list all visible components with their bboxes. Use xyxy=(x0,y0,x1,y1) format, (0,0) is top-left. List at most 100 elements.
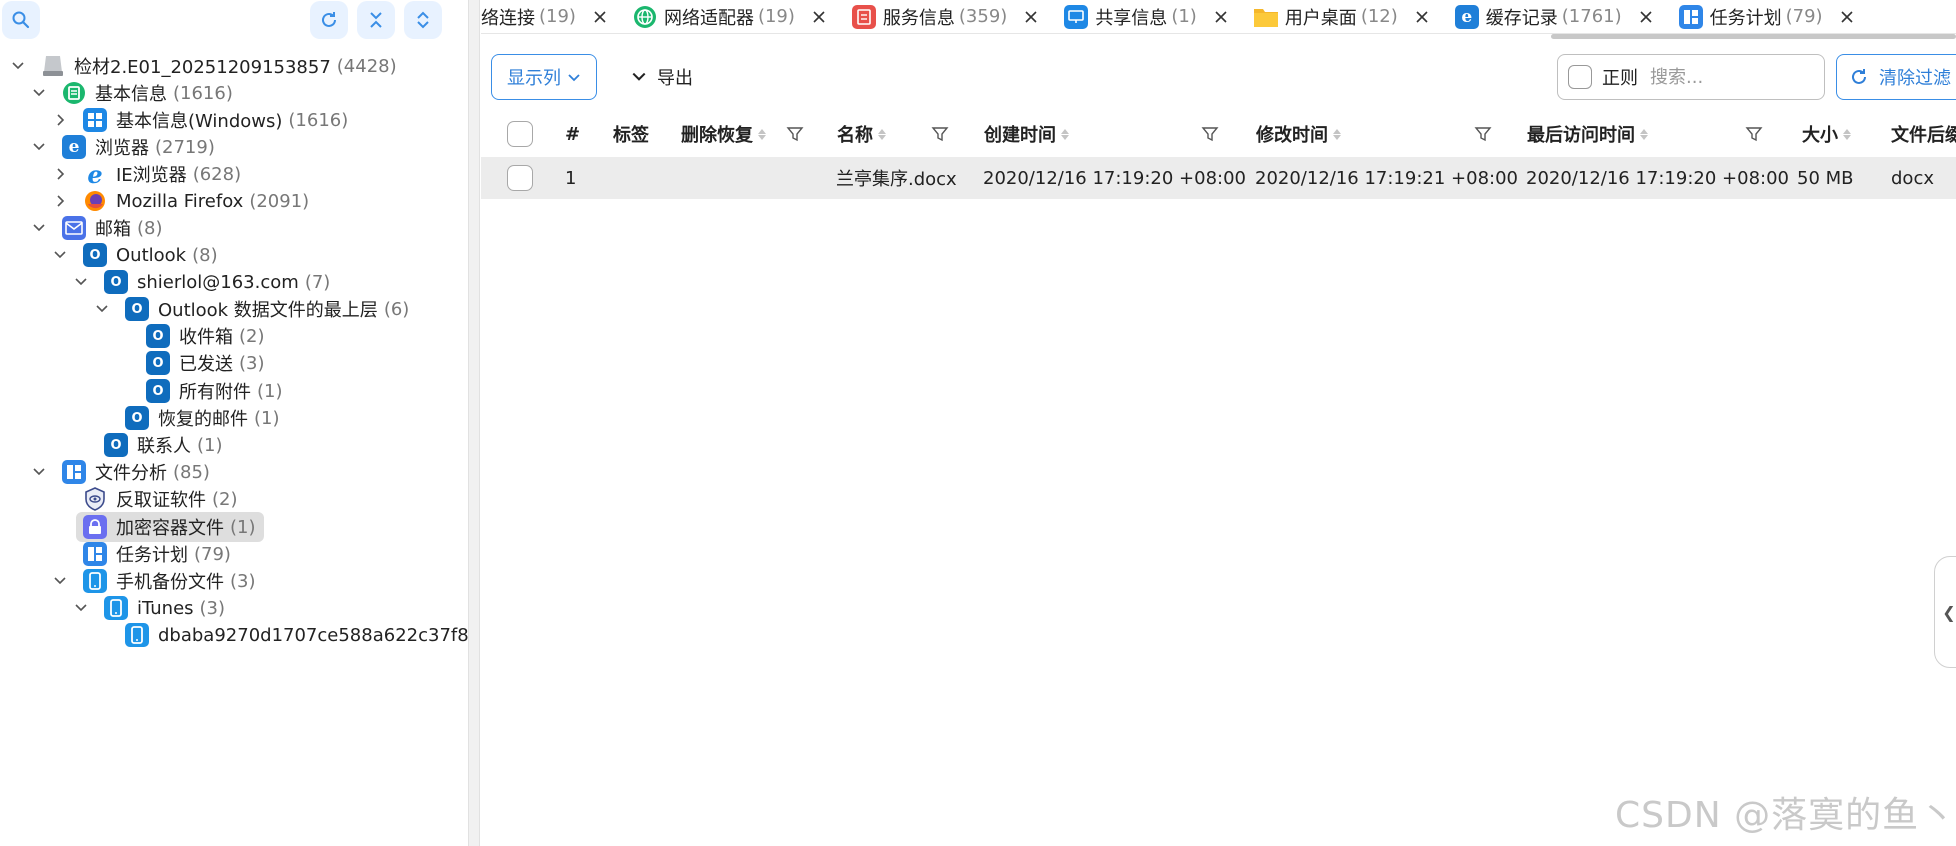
tree-node-file-analysis[interactable]: 文件分析 (85) xyxy=(29,457,210,487)
close-icon[interactable] xyxy=(1213,9,1229,25)
tree-node-encrypted-container[interactable]: 加密容器文件 (1) xyxy=(76,512,264,542)
tree-node-label: IE浏览器 xyxy=(116,165,187,186)
close-icon[interactable] xyxy=(592,9,608,25)
col-header-created[interactable]: 创建时间 xyxy=(984,113,1069,155)
service-icon xyxy=(851,4,877,30)
tree-node-count: (3) xyxy=(239,352,265,374)
tree-node-ie[interactable]: e IE浏览器 (628) xyxy=(50,159,241,189)
tree-node-mail[interactable]: 邮箱 (8) xyxy=(29,213,163,243)
tree-node-scheduled-tasks[interactable]: 任务计划 (79) xyxy=(82,539,231,569)
tree-node-anti-forensics[interactable]: 反取证软件 (2) xyxy=(82,484,238,514)
col-header-size[interactable]: 大小 xyxy=(1802,113,1851,155)
chevron-down-icon[interactable] xyxy=(71,272,91,292)
tree-node-mail-account[interactable]: O shierlol@163.com (7) xyxy=(71,267,330,297)
tab-services[interactable]: 服务信息 (359) xyxy=(851,0,1039,33)
chevron-down-icon[interactable] xyxy=(50,245,70,265)
sort-icon[interactable] xyxy=(1333,128,1341,140)
col-header-ext[interactable]: 文件后缀 xyxy=(1891,113,1956,155)
chevron-down-icon[interactable] xyxy=(71,598,91,618)
chevron-right-icon[interactable] xyxy=(50,191,70,211)
ie-icon: e xyxy=(1454,4,1480,30)
outlook-icon: O xyxy=(145,350,171,376)
outlook-icon: O xyxy=(103,432,129,458)
tree-node-phone-backup[interactable]: 手机备份文件 (3) xyxy=(50,566,256,596)
tree-node-count: (2091) xyxy=(249,190,310,212)
show-columns-button[interactable]: 显示列 xyxy=(491,54,597,100)
row-checkbox[interactable] xyxy=(507,157,533,199)
detail-panel-toggle[interactable]: ❮ xyxy=(1934,556,1956,668)
tree-node-outlook[interactable]: O Outlook (8) xyxy=(50,240,218,270)
tab-label: 用户桌面 xyxy=(1284,7,1357,29)
sort-icon[interactable] xyxy=(758,128,766,140)
regex-checkbox[interactable] xyxy=(1568,65,1592,89)
tree-node-recovered-mail[interactable]: O 恢复的邮件 (1) xyxy=(124,403,280,433)
close-icon[interactable] xyxy=(1638,9,1654,25)
tree-node-browser[interactable]: e 浏览器 (2719) xyxy=(29,132,215,162)
tree-node-basic-info[interactable]: 基本信息 (1616) xyxy=(29,78,233,108)
tree-node-contacts[interactable]: O 联系人 (1) xyxy=(103,430,223,460)
col-header-deleted[interactable]: 删除恢复 xyxy=(681,113,766,155)
tab-scrollbar[interactable] xyxy=(1551,34,1956,39)
sort-icon[interactable] xyxy=(1640,128,1648,140)
tab-network-adapters[interactable]: 网络适配器 (19) xyxy=(632,0,827,33)
cell-num: 1 xyxy=(565,167,577,189)
search-button[interactable] xyxy=(2,1,40,39)
col-header-accessed[interactable]: 最后访问时间 xyxy=(1527,113,1648,155)
tree-node-sent[interactable]: O 已发送 (3) xyxy=(145,348,265,378)
close-icon[interactable] xyxy=(811,9,827,25)
tab-shares[interactable]: 共享信息 (1) xyxy=(1063,0,1229,33)
chevron-down-icon[interactable] xyxy=(92,299,112,319)
table-row[interactable]: 1 兰亭集序.docx 2020/12/16 17:19:20 +08:00 2… xyxy=(481,157,1956,199)
filter-icon[interactable] xyxy=(1474,125,1492,143)
tab-count: (1761) xyxy=(1561,6,1622,27)
tab-user-desktop[interactable]: 用户桌面 (12) xyxy=(1253,0,1430,33)
chevron-down-icon[interactable] xyxy=(29,218,49,238)
filter-icon[interactable] xyxy=(1201,125,1219,143)
tree-node-label: 反取证软件 xyxy=(116,490,206,511)
filter-icon[interactable] xyxy=(1745,125,1763,143)
chevron-down-icon[interactable] xyxy=(50,571,70,591)
close-icon[interactable] xyxy=(1414,9,1430,25)
clear-filter-button[interactable]: 清除过滤 xyxy=(1836,54,1956,100)
chevron-right-icon[interactable] xyxy=(50,164,70,184)
tree-node-backup-id[interactable]: dbaba9270d1707ce588a622c37f81f0 xyxy=(124,620,468,650)
tree-node-outlook-top[interactable]: O Outlook 数据文件的最上层 (6) xyxy=(92,294,409,324)
tab-scheduled-tasks[interactable]: 任务计划 (79) xyxy=(1678,0,1855,33)
refresh-button[interactable] xyxy=(310,1,348,39)
close-icon[interactable] xyxy=(1023,9,1039,25)
search-input[interactable] xyxy=(1650,66,1800,88)
tree-node-firefox[interactable]: Mozilla Firefox (2091) xyxy=(50,186,309,216)
col-header-tag[interactable]: 标签 xyxy=(613,113,649,155)
cell-created: 2020/12/16 17:19:20 +08:00 xyxy=(983,167,1246,189)
expand-all-button[interactable] xyxy=(404,1,442,39)
select-all-checkbox[interactable] xyxy=(507,113,533,155)
sort-icon[interactable] xyxy=(1843,128,1851,140)
panel-splitter[interactable] xyxy=(468,0,480,846)
chevron-down-icon[interactable] xyxy=(29,462,49,482)
tree-node-count: (2) xyxy=(239,325,265,347)
col-header-modified[interactable]: 修改时间 xyxy=(1256,113,1341,155)
filter-icon[interactable] xyxy=(931,125,949,143)
tree-node-attachments[interactable]: O 所有附件 (1) xyxy=(145,376,283,406)
col-header-name[interactable]: 名称 xyxy=(837,113,886,155)
tab-cache-records[interactable]: e 缓存记录 (1761) xyxy=(1454,0,1654,33)
chevron-right-icon[interactable] xyxy=(50,110,70,130)
regex-label: 正则 xyxy=(1602,68,1638,89)
tree-node-evidence[interactable]: 检材2.E01_20251209153857 (4428) xyxy=(8,51,397,81)
tab-network-connections[interactable]: 络连接 (19) xyxy=(481,0,608,33)
close-icon[interactable] xyxy=(1839,9,1855,25)
phone-icon xyxy=(103,595,129,621)
sort-icon[interactable] xyxy=(1061,128,1069,140)
sort-icon[interactable] xyxy=(878,128,886,140)
tree-node-inbox[interactable]: O 收件箱 (2) xyxy=(145,321,265,351)
tree-node-basic-info-windows[interactable]: 基本信息(Windows) (1616) xyxy=(50,105,348,135)
chevron-down-icon[interactable] xyxy=(29,137,49,157)
tree-node-label: dbaba9270d1707ce588a622c37f81f0 xyxy=(158,624,468,646)
filter-icon[interactable] xyxy=(786,125,804,143)
chevron-down-icon[interactable] xyxy=(8,56,28,76)
cell-ext: docx xyxy=(1891,167,1934,189)
tree-node-itunes[interactable]: iTunes (3) xyxy=(71,593,225,623)
collapse-all-button[interactable] xyxy=(357,1,395,39)
chevron-down-icon[interactable] xyxy=(29,83,49,103)
export-button[interactable]: 导出 xyxy=(631,54,693,100)
